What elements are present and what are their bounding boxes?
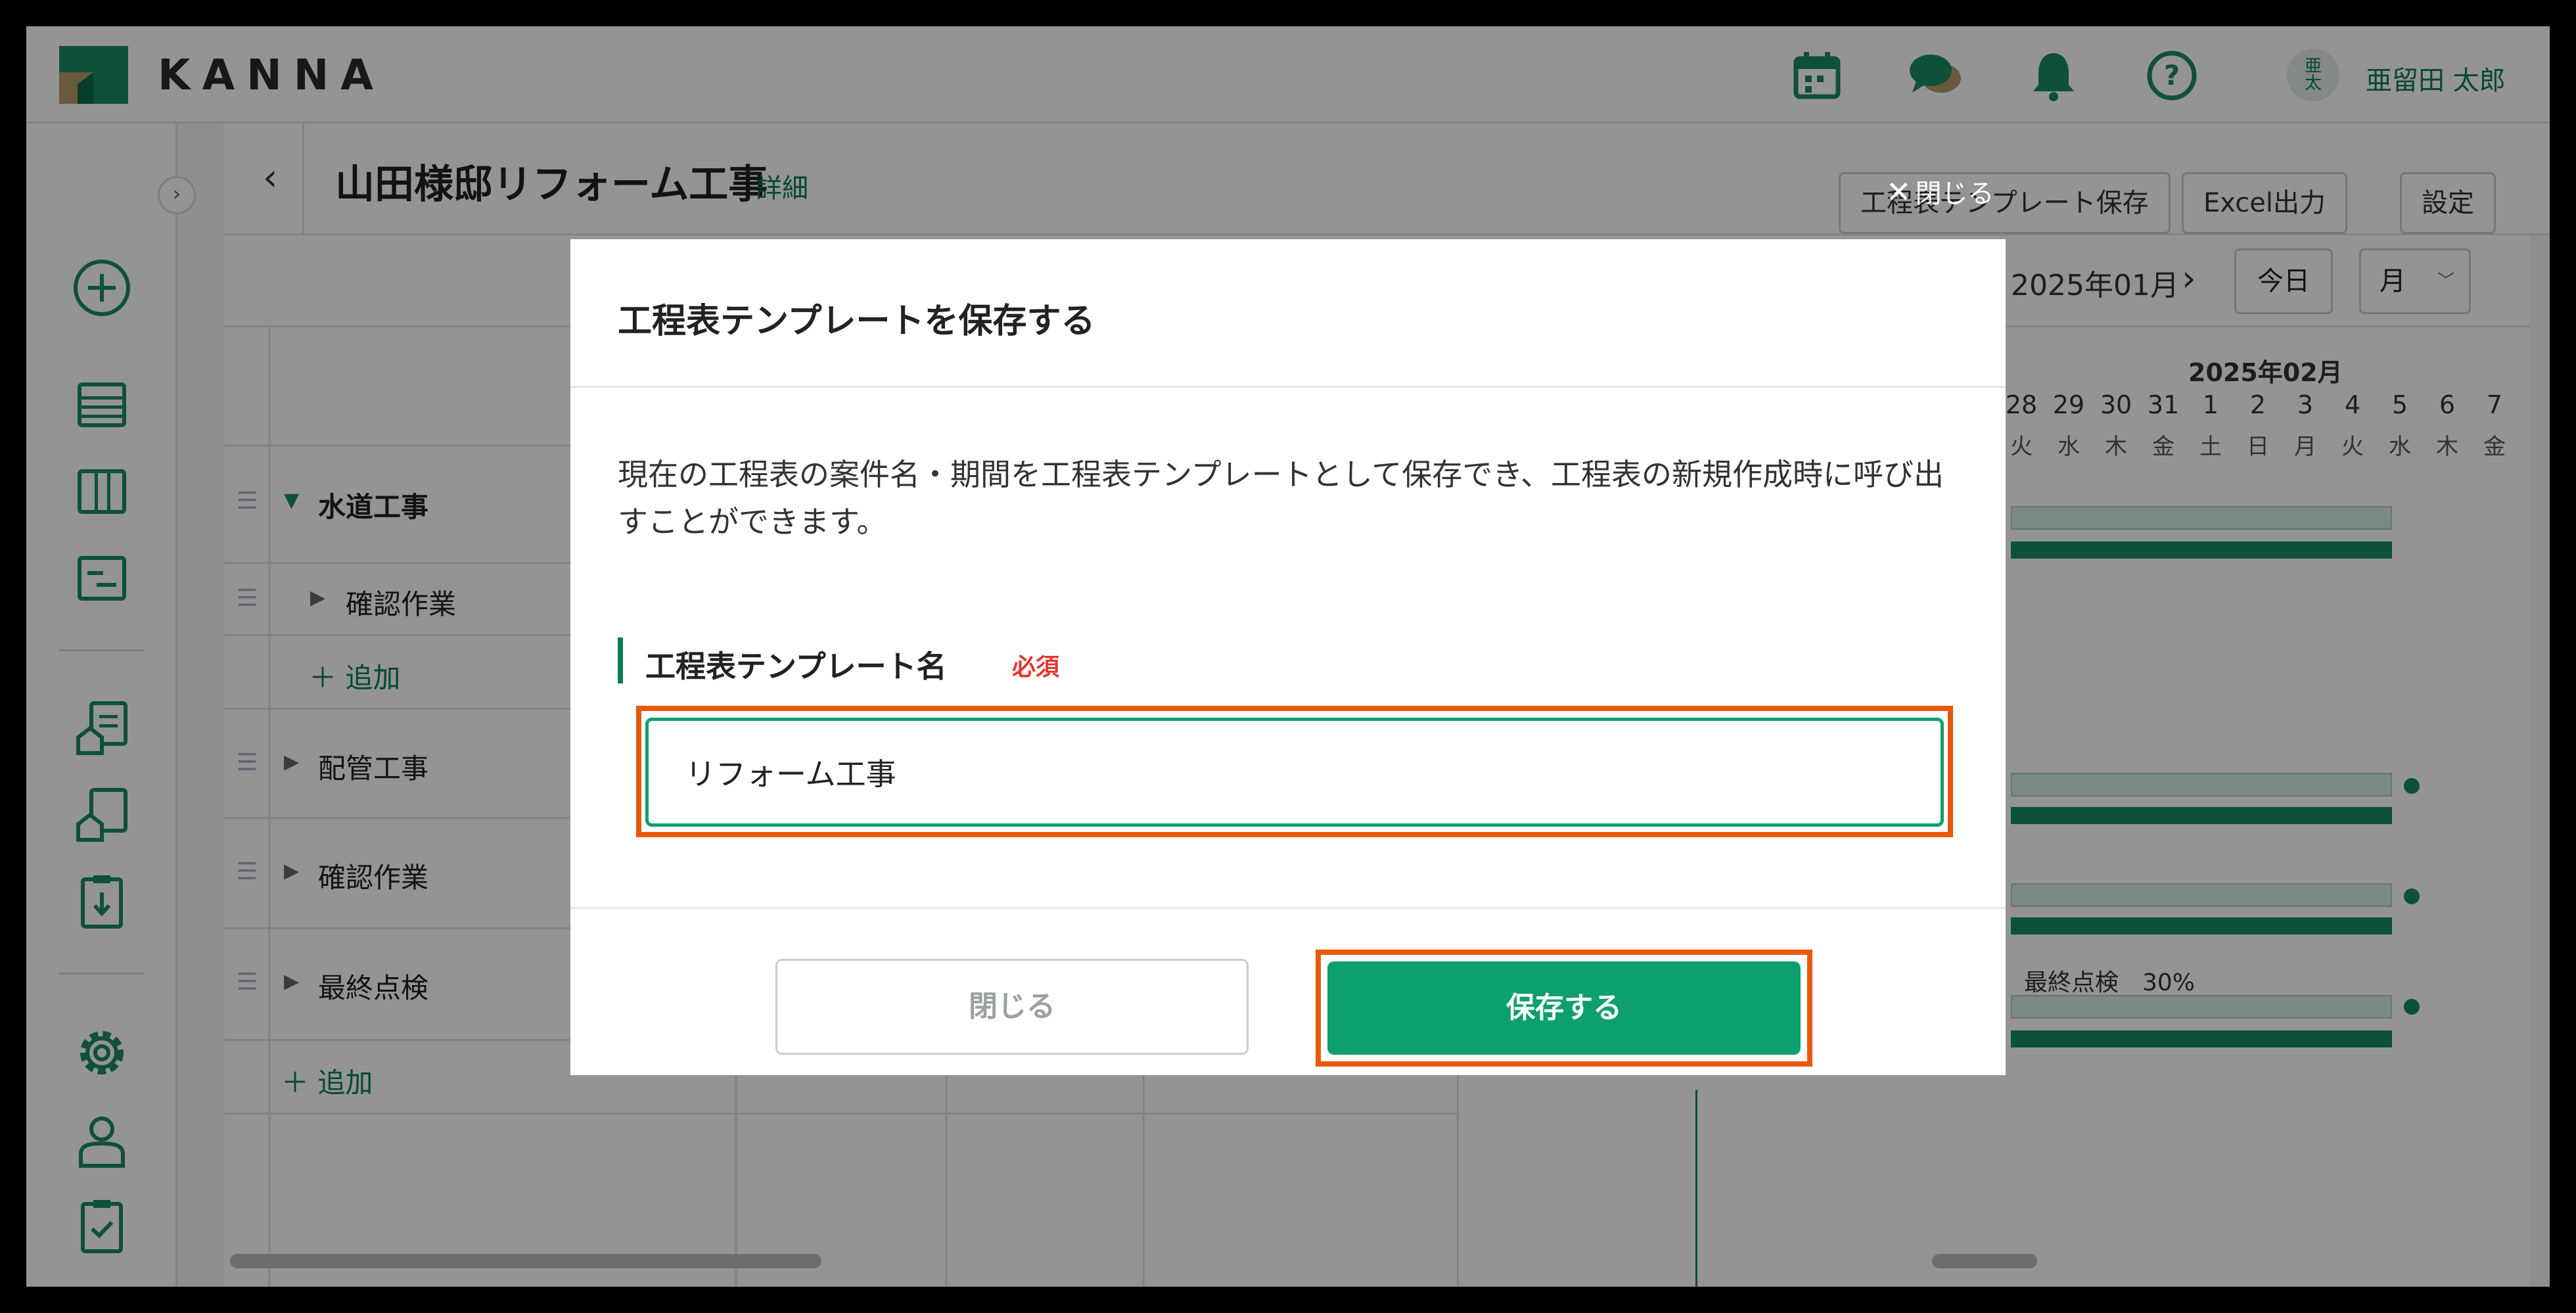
- overlay-close-label: 閉じる: [1915, 179, 1994, 209]
- dialog-header: 工程表テンプレートを保存する: [570, 239, 2006, 388]
- dialog-title: 工程表テンプレートを保存する: [618, 302, 1095, 341]
- field-label-accent: [618, 637, 623, 683]
- app-window: KANNA ? 亜 太 亜留田 太郎 › ‹ 山田様邸リフォーム工事 詳細 工程…: [26, 26, 2550, 1287]
- template-name-input[interactable]: [645, 718, 1944, 827]
- required-badge: 必須: [1012, 654, 1060, 681]
- dialog-description: 現在の工程表の案件名・期間を工程表テンプレートとして保存でき、工程表の新規作成時…: [618, 457, 1944, 540]
- close-button[interactable]: 閉じる: [775, 959, 1249, 1055]
- save-template-dialog: 工程表テンプレートを保存する 現在の工程表の案件名・期間を工程表テンプレートとし…: [570, 239, 2006, 1075]
- close-icon: ✕: [1886, 174, 1912, 210]
- overlay-close-button[interactable]: ✕ 閉じる: [1886, 172, 1994, 210]
- save-button[interactable]: 保存する: [1327, 961, 1801, 1055]
- template-name-label: 工程表テンプレート名: [645, 649, 947, 684]
- dialog-footer: 閉じる 保存する: [570, 907, 2006, 1075]
